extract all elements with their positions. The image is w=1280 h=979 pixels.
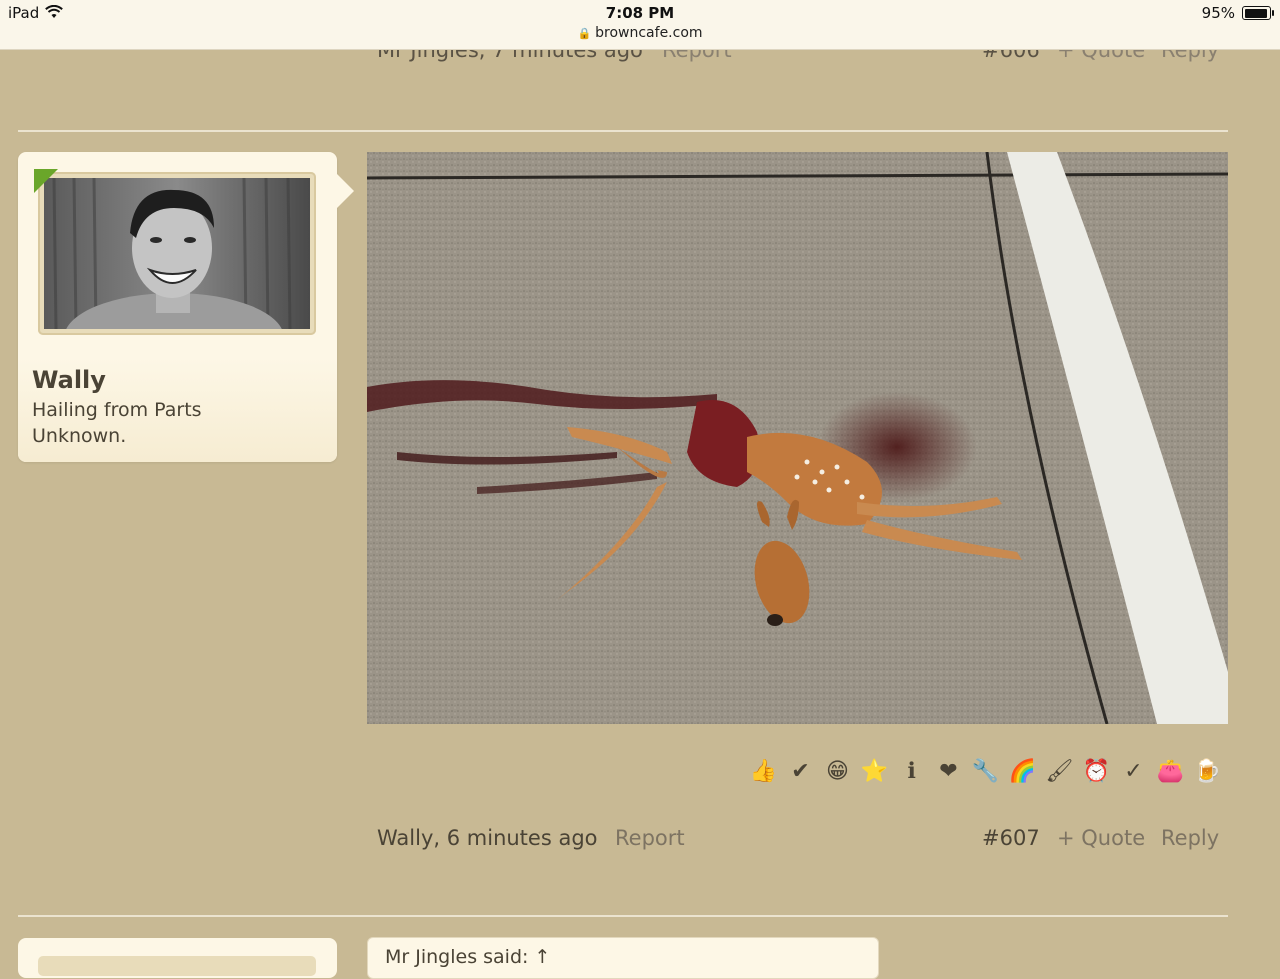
user-title: Hailing from Parts Unknown. xyxy=(32,399,202,447)
wrench-icon[interactable]: 🔧 xyxy=(970,756,1001,787)
post-author-time[interactable]: Wally, 6 minutes ago xyxy=(377,826,598,850)
post-number[interactable]: #607 xyxy=(982,826,1040,850)
reply-link[interactable]: Reply xyxy=(1161,826,1219,850)
lock-icon: 🔒 xyxy=(577,27,592,40)
checkmark-icon[interactable]: ✔ xyxy=(785,756,816,787)
user-card: Wally Hailing from Parts Unknown. xyxy=(18,152,354,462)
spellcheck-icon[interactable]: ✓ xyxy=(1118,756,1149,787)
quote-attribution[interactable]: Mr Jingles said: ↑ xyxy=(385,946,550,968)
post-attachment-image[interactable] xyxy=(367,152,1228,724)
paintbrush-icon[interactable]: 🖌 xyxy=(1044,756,1075,787)
url-text: browncafe.com xyxy=(595,25,703,41)
ios-status-bar: iPad 7:08 PM 🔒 browncafe.com 95% xyxy=(0,0,1280,50)
next-avatar[interactable] xyxy=(38,956,316,976)
post-divider xyxy=(18,915,1228,917)
smiley-icon[interactable]: 😁 xyxy=(822,756,853,787)
alarm-clock-icon[interactable]: ⏰ xyxy=(1081,756,1112,787)
username[interactable]: Wally xyxy=(32,366,106,394)
beer-mug-icon[interactable]: 🍺 xyxy=(1192,756,1223,787)
post-footer: Wally, 6 minutes ago Report #607 + Quote… xyxy=(0,826,1280,856)
clock: 7:08 PM xyxy=(605,4,675,22)
reaction-bar: 👍 ✔ 😁 ⭐ ℹ ❤ 🔧 🌈 🖌 ⏰ ✓ 👛 🍺 xyxy=(748,756,1223,788)
award-star-icon[interactable]: ⭐ xyxy=(859,756,890,787)
avatar[interactable] xyxy=(38,172,316,335)
report-link[interactable]: Report xyxy=(615,826,685,850)
heart-icon[interactable]: ❤ xyxy=(933,756,964,787)
quote-link[interactable]: + Quote xyxy=(1057,826,1145,850)
next-user-card xyxy=(18,938,337,978)
address-bar[interactable]: 🔒 browncafe.com xyxy=(0,25,1280,41)
post-divider xyxy=(18,130,1228,132)
rainbow-icon[interactable]: 🌈 xyxy=(1007,756,1038,787)
thumbs-up-icon[interactable]: 👍 xyxy=(748,756,779,787)
online-status-badge xyxy=(34,169,58,193)
battery-icon xyxy=(1242,6,1274,20)
card-pointer xyxy=(337,174,354,208)
quote-block: Mr Jingles said: ↑ xyxy=(367,937,879,979)
battery-fill xyxy=(1244,8,1268,18)
battery-percentage: 95% xyxy=(1201,4,1235,22)
avatar-image xyxy=(44,178,310,329)
info-icon[interactable]: ℹ xyxy=(896,756,927,787)
wallet-icon[interactable]: 👛 xyxy=(1155,756,1186,787)
